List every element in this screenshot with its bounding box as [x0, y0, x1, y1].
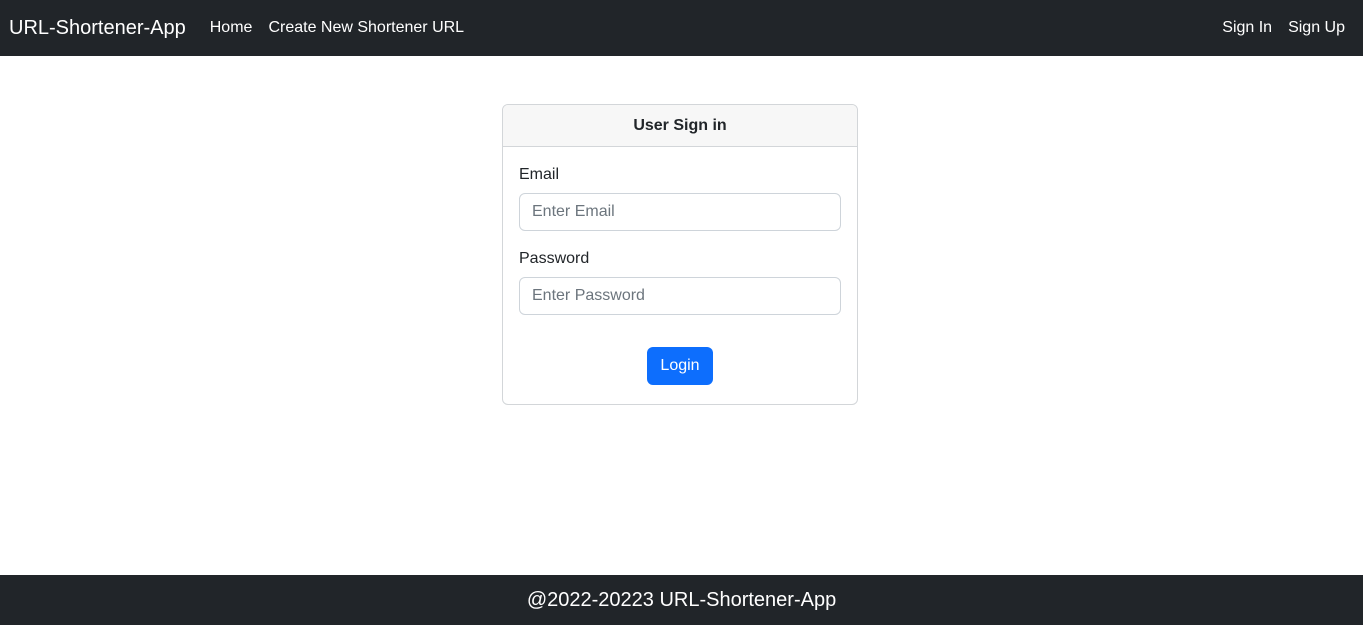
login-button-wrap: Login	[519, 347, 841, 385]
password-field[interactable]	[519, 277, 841, 315]
password-label: Password	[519, 250, 590, 267]
brand-link[interactable]: URL-Shortener-App	[9, 17, 186, 40]
nav-sign-up-link[interactable]: Sign Up	[1288, 19, 1345, 37]
nav-left-links: Home Create New Shortener URL	[210, 19, 480, 37]
signin-card: User Sign in Email Password Login	[502, 104, 858, 405]
email-field[interactable]	[519, 193, 841, 231]
page-footer: @2022-20223 URL-Shortener-App	[0, 575, 1363, 625]
nav-right-links: Sign In Sign Up	[1206, 19, 1345, 37]
signin-form: Email Password Login	[503, 166, 857, 385]
nav-home-link[interactable]: Home	[210, 19, 253, 37]
email-label: Email	[519, 166, 560, 183]
login-button[interactable]: Login	[647, 347, 713, 385]
nav-sign-in-link[interactable]: Sign In	[1222, 19, 1272, 37]
nav-create-shortener-link[interactable]: Create New Shortener URL	[268, 19, 464, 37]
signin-card-title: User Sign in	[503, 105, 857, 147]
top-navbar: URL-Shortener-App Home Create New Shorte…	[0, 0, 1363, 56]
footer-text: @2022-20223 URL-Shortener-App	[526, 588, 837, 611]
